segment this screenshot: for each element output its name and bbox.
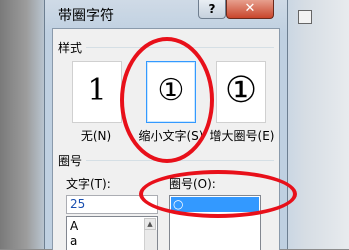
text-list-item[interactable]: A <box>70 219 78 233</box>
text-input-value: 25 <box>70 197 86 211</box>
style-glyph-none: 1 <box>87 73 107 108</box>
style-caption-none: 无(N) <box>80 129 112 143</box>
text-list-item[interactable]: a <box>70 234 77 248</box>
text-list[interactable]: A a ▲ <box>66 216 158 250</box>
style-section-label: 样式 <box>58 41 83 55</box>
scroll-up-icon[interactable]: ▲ <box>144 218 156 230</box>
close-button[interactable]: ✕ <box>226 0 274 19</box>
background-window-left <box>0 0 44 249</box>
style-option-none[interactable]: 1 <box>72 61 122 123</box>
style-glyph-enlarge-circle: ① <box>224 70 258 111</box>
circle-section-label: 圈号 <box>58 154 83 168</box>
highlight-ellipse <box>139 170 297 218</box>
scrollbar-track[interactable] <box>144 230 157 250</box>
dialog-title: 带圈字符 <box>58 8 114 24</box>
background-window-icon <box>298 10 312 24</box>
help-button[interactable]: ? <box>198 0 226 19</box>
style-option-enlarge-circle[interactable]: ① <box>216 61 266 123</box>
text-field-label: 文字(T): <box>66 177 111 191</box>
style-caption-enlarge-circle: 增大圈号(E) <box>209 129 275 143</box>
background-window-right <box>286 0 349 249</box>
highlight-ellipse <box>120 37 214 163</box>
